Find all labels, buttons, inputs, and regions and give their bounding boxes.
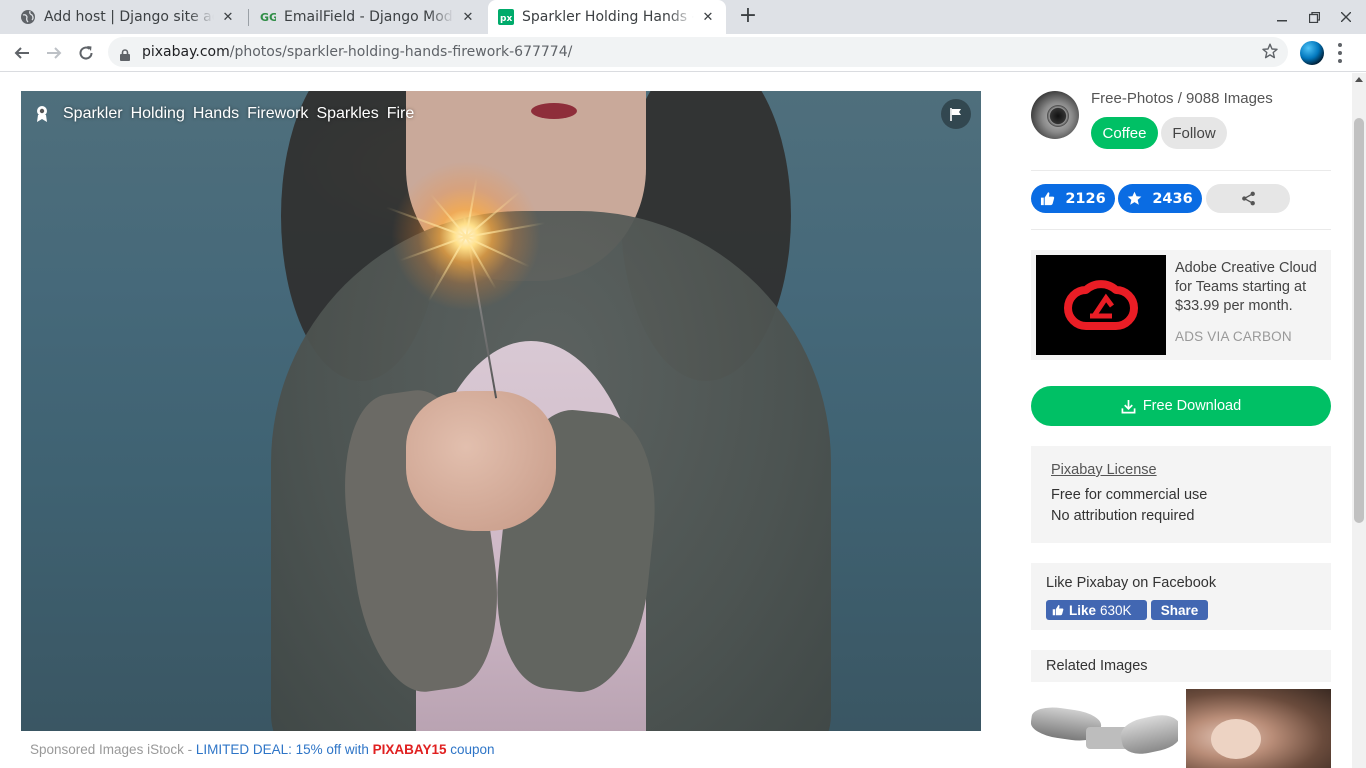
sponsored-deal-link[interactable]: LIMITED DEAL: 15% off with [196, 742, 373, 757]
related-images-heading: Related Images [1031, 650, 1331, 682]
restore-icon[interactable] [1298, 0, 1330, 34]
main-photo[interactable]: Sparkler Holding Hands Firework Sparkles… [21, 91, 981, 731]
license-box: Pixabay License Free for commercial use … [1031, 446, 1331, 543]
tab-title: Add host | Django site admin [44, 9, 214, 25]
favorite-button[interactable]: 2436 [1118, 184, 1202, 213]
close-window-icon[interactable] [1330, 0, 1362, 34]
forward-button[interactable] [42, 41, 66, 65]
tag-link[interactable]: Holding [131, 105, 185, 123]
globe-icon [20, 9, 36, 25]
tab-emailfield[interactable]: GG EmailField - Django Models ✕ [250, 0, 486, 34]
profile-avatar[interactable] [1300, 41, 1324, 65]
follow-button[interactable]: Follow [1161, 117, 1227, 149]
arrow-left-icon [14, 47, 29, 59]
report-button[interactable] [941, 99, 971, 129]
tab-pixabay[interactable]: px Sparkler Holding Hands - Free ✕ [488, 0, 726, 34]
tag-icon [33, 105, 51, 123]
bookmark-star-icon[interactable] [1262, 43, 1278, 63]
pixabay-logo-icon: px [498, 9, 514, 25]
reload-button[interactable] [74, 41, 98, 65]
photo-tags: Sparkler Holding Hands Firework Sparkles… [33, 103, 422, 125]
back-button[interactable] [10, 41, 34, 65]
like-button[interactable]: 2126 [1031, 184, 1115, 213]
new-tab-button[interactable]: + [737, 5, 759, 28]
tag-link[interactable]: Hands [193, 105, 239, 123]
related-image-thumbnail[interactable] [1031, 689, 1178, 768]
page-content: Sparkler Holding Hands Firework Sparkles… [0, 73, 1352, 768]
thumbs-up-icon [1052, 605, 1064, 616]
svg-text:GG: GG [260, 11, 276, 24]
adobe-cc-logo-icon[interactable] [1036, 255, 1166, 355]
favorite-count: 2436 [1152, 190, 1193, 207]
flag-icon [950, 107, 961, 121]
close-tab-icon[interactable]: ✕ [460, 9, 476, 25]
star-icon [1127, 191, 1142, 205]
facebook-share-button[interactable]: Share [1151, 600, 1208, 620]
free-download-button[interactable]: Free Download [1031, 386, 1331, 426]
tag-link[interactable]: Firework [247, 105, 308, 123]
carbon-ad[interactable]: Adobe Creative Cloud for Teams starting … [1031, 250, 1331, 360]
tab-divider [248, 9, 249, 26]
tab-strip: Add host | Django site admin ✕ GG EmailF… [0, 0, 1366, 34]
sponsored-suffix[interactable]: coupon [446, 742, 494, 757]
url-host: pixabay.com [142, 44, 230, 60]
sponsored-line: Sponsored Images iStock - LIMITED DEAL: … [30, 742, 495, 757]
coupon-code[interactable]: PIXABAY15 [373, 742, 447, 757]
download-icon [1121, 399, 1136, 413]
scrollbar-thumb[interactable] [1354, 118, 1364, 523]
tab-title: Sparkler Holding Hands - Free [522, 9, 694, 25]
license-line: No attribution required [1051, 508, 1195, 524]
lock-icon[interactable] [120, 46, 130, 65]
tab-title: EmailField - Django Models [284, 9, 454, 25]
svg-text:px: px [500, 14, 512, 24]
facebook-like-count: 630K [1100, 602, 1132, 618]
sponsored-prefix: Sponsored Images iStock - [30, 742, 196, 757]
minimize-icon[interactable] [1266, 0, 1298, 34]
license-link[interactable]: Pixabay License [1051, 462, 1311, 478]
arrow-right-icon [47, 47, 62, 59]
share-button[interactable] [1206, 184, 1290, 213]
scroll-up-icon[interactable] [1355, 77, 1363, 82]
coffee-button[interactable]: Coffee [1091, 117, 1158, 149]
download-label: Free Download [1142, 398, 1242, 414]
tag-link[interactable]: Fire [387, 105, 415, 123]
facebook-like-button[interactable]: Like 630K [1046, 600, 1147, 620]
ad-via[interactable]: ADS VIA CARBON [1175, 329, 1292, 344]
divider [1031, 170, 1331, 171]
tag-link[interactable]: Sparkler [63, 105, 123, 123]
tag-link[interactable]: Sparkles [316, 105, 378, 123]
close-tab-icon[interactable]: ✕ [700, 9, 716, 25]
close-tab-icon[interactable]: ✕ [220, 9, 236, 25]
browser-toolbar: pixabay.com/photos/sparkler-holding-hand… [0, 34, 1366, 72]
sidebar: Free-Photos / 9088 Images Coffee Follow … [1031, 73, 1331, 768]
thumbs-up-icon [1041, 192, 1055, 206]
facebook-label: Like Pixabay on Facebook [1046, 575, 1217, 591]
related-image-thumbnail[interactable] [1186, 689, 1331, 768]
facebook-like-label: Like [1069, 602, 1097, 618]
url-path: /photos/sparkler-holding-hands-firework-… [229, 44, 573, 60]
author-name[interactable]: Free-Photos / 9088 Images [1091, 90, 1273, 107]
divider [1031, 229, 1331, 230]
facebook-box: Like Pixabay on Facebook Like 630K Share [1031, 563, 1331, 630]
license-line: Free for commercial use [1051, 487, 1208, 503]
like-count: 2126 [1065, 190, 1106, 207]
share-icon [1241, 191, 1255, 206]
url-text: pixabay.com/photos/sparkler-holding-hand… [142, 44, 572, 60]
page-scrollbar[interactable] [1352, 73, 1366, 768]
browser-menu-icon[interactable] [1338, 43, 1342, 63]
reload-icon [79, 46, 93, 60]
tab-django-admin[interactable]: Add host | Django site admin ✕ [10, 0, 246, 34]
ad-text[interactable]: Adobe Creative Cloud for Teams starting … [1175, 259, 1325, 316]
address-bar[interactable]: pixabay.com/photos/sparkler-holding-hand… [108, 37, 1288, 67]
author-avatar[interactable] [1031, 91, 1079, 139]
gfg-logo-icon: GG [260, 9, 276, 25]
